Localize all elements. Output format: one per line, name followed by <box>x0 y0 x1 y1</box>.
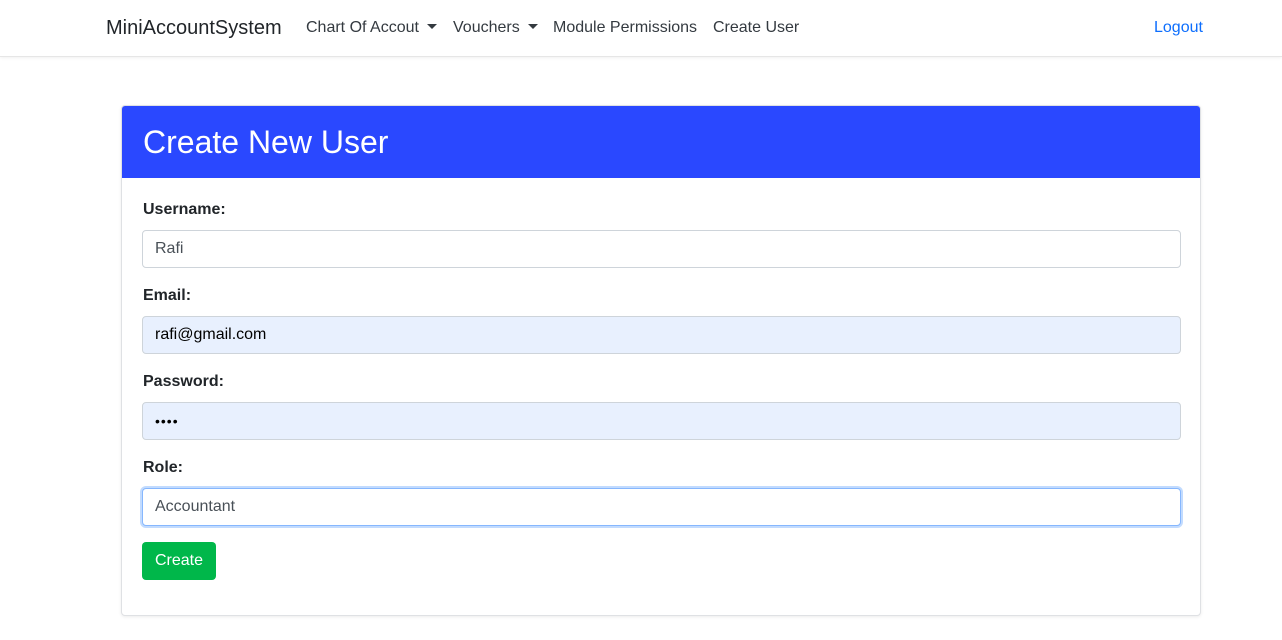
page-title: Create New User <box>143 124 389 160</box>
username-label: Username: <box>143 201 226 218</box>
role-label: Role: <box>143 459 183 476</box>
password-label: Password: <box>143 373 224 390</box>
nav-item-label: Chart Of Accout <box>306 19 419 36</box>
password-input[interactable]: •••• <box>142 402 1181 440</box>
nav-create-user[interactable]: Create User <box>713 18 799 38</box>
caret-down-icon <box>426 24 437 30</box>
email-label: Email: <box>143 287 192 304</box>
nav-module-permissions[interactable]: Module Permissions <box>553 18 697 38</box>
create-user-card: Create New User Username: Rafi Email: ra… <box>121 105 1201 616</box>
role-input[interactable]: Accountant <box>142 488 1181 526</box>
nav-item-label: Vouchers <box>453 19 520 36</box>
create-button[interactable]: Create <box>142 542 216 580</box>
nav-vouchers-dropdown[interactable]: Vouchers <box>453 18 538 38</box>
brand-link[interactable]: MiniAccountSystem <box>106 16 282 40</box>
caret-down-icon <box>527 24 538 30</box>
logout-link[interactable]: Logout <box>1154 18 1203 38</box>
username-input[interactable]: Rafi <box>142 230 1181 268</box>
card-header: Create New User <box>122 106 1200 178</box>
nav-chart-of-account-dropdown[interactable]: Chart Of Accout <box>306 18 437 38</box>
top-navbar: MiniAccountSystem Chart Of Accout Vouche… <box>0 0 1282 57</box>
email-input[interactable]: rafi@gmail.com <box>142 316 1181 354</box>
